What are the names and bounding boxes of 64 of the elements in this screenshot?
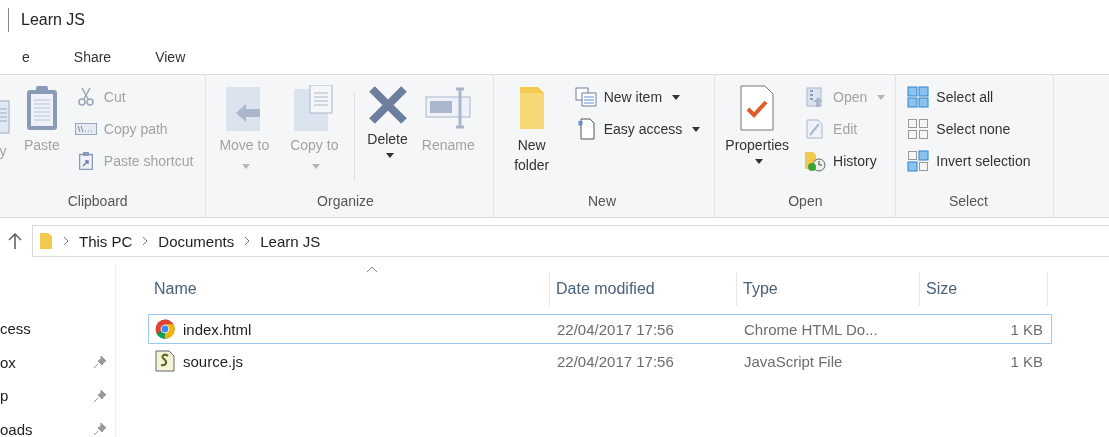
group-label: Organize [316, 192, 375, 211]
nav-item[interactable]: p [0, 387, 9, 405]
folder-icon [39, 232, 53, 250]
select-none-icon [907, 118, 930, 140]
file-name: index.html [183, 320, 252, 338]
table-cell-text: 22/04/2017 17:56 [556, 352, 675, 370]
shortcut-icon [78, 152, 93, 170]
group-label: Open [787, 192, 824, 211]
scissors-icon [77, 88, 94, 106]
window-title: Learn JS [21, 11, 86, 29]
chevron-icon [142, 236, 149, 246]
ribbon-button[interactable]: New item [571, 83, 703, 111]
table-cell-text: 1 KB [1009, 352, 1044, 370]
path-icon [74, 123, 97, 135]
column-header[interactable]: Name [148, 272, 550, 306]
file-row[interactable]: index.html 22/04/2017 17:56 Chrome HTML Do... 1 KB [148, 314, 1052, 344]
ribbon-button[interactable]: Select none [904, 115, 1033, 143]
ribbon-button[interactable]: Invert selection [904, 147, 1033, 175]
column-header[interactable]: Date modified [550, 272, 737, 306]
nav-item[interactable]: ox [0, 353, 16, 371]
column-header[interactable]: Size [920, 272, 1048, 306]
group-label: New [587, 192, 617, 211]
ribbon-button[interactable]: Select all [904, 83, 1033, 111]
script-file-icon [155, 350, 175, 372]
ribbon-button[interactable]: New folder [501, 83, 562, 177]
delete-icon [367, 85, 408, 125]
select-all-icon [907, 86, 930, 108]
address-bar[interactable]: This PC Documents Learn JS [32, 225, 1109, 257]
sort-caret-icon [366, 266, 378, 273]
nav-item[interactable]: oads [0, 420, 33, 437]
table-cell-text: JavaScript File [743, 352, 844, 370]
column-header[interactable]: Type [737, 272, 920, 306]
ribbon-button[interactable]: Delete [365, 83, 410, 160]
invert-selection-icon [907, 150, 930, 172]
ribbon-button[interactable]: History [801, 147, 888, 175]
nav-item[interactable]: cess [0, 320, 31, 338]
file-name: source.js [183, 352, 244, 370]
ribbon-tab[interactable]: Share [51, 43, 134, 71]
rename-icon [424, 85, 473, 131]
ribbon-button[interactable]: Properties [723, 83, 792, 166]
breadcrumb[interactable]: Documents [158, 232, 235, 250]
up-arrow-icon[interactable] [8, 233, 22, 249]
chrome-icon [155, 319, 175, 339]
breadcrumb[interactable]: This PC [79, 232, 133, 250]
ribbon-tab[interactable]: e [0, 43, 52, 71]
ribbon-button[interactable]: Easy access [571, 115, 703, 143]
open-icon [806, 87, 825, 107]
group-label: Clipboard [66, 192, 129, 211]
chevron-icon [244, 236, 251, 246]
group-label: Select [948, 192, 989, 211]
document-icon [576, 118, 595, 140]
properties-icon [739, 85, 776, 131]
new-item-icon [574, 87, 597, 107]
table-cell-text: 22/04/2017 17:56 [556, 320, 675, 338]
ribbon-tab[interactable]: View [133, 43, 208, 71]
chevron-icon [63, 236, 69, 246]
document-icon [0, 97, 10, 137]
edit-icon [806, 119, 825, 139]
table-cell-text: Chrome HTML Do... [743, 320, 879, 338]
breadcrumb[interactable]: Learn JS [260, 232, 321, 250]
clipboard-icon [24, 85, 59, 131]
file-row[interactable]: source.js 22/04/2017 17:56 JavaScript File 1 KB [148, 346, 1052, 376]
history-icon [804, 150, 827, 172]
table-cell-text: 1 KB [1009, 320, 1044, 338]
